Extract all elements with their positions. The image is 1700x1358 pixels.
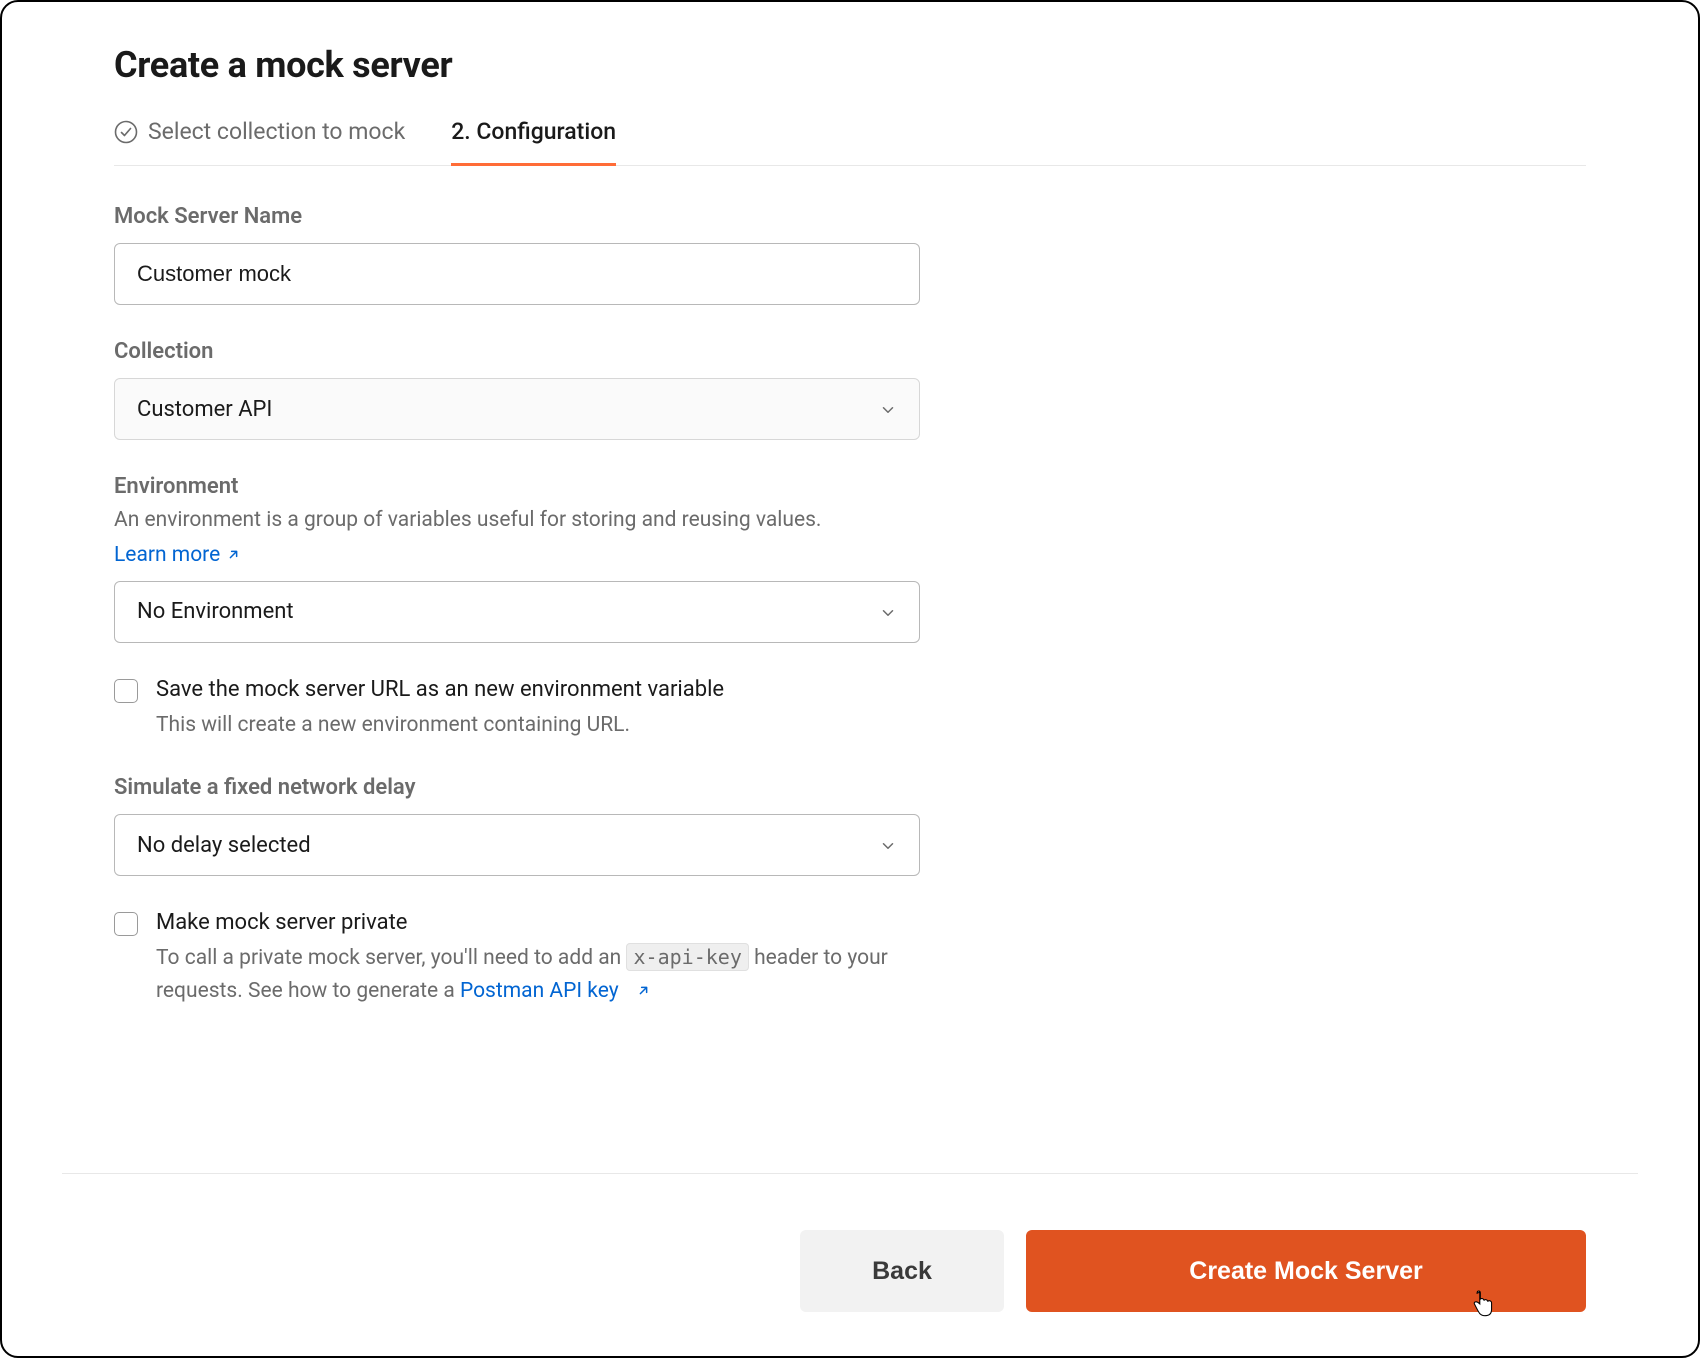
environment-help: An environment is a group of variables u… bbox=[114, 505, 920, 537]
field-group-name: Mock Server Name bbox=[114, 204, 920, 305]
check-circle-icon bbox=[114, 120, 138, 144]
mock-server-name-input[interactable] bbox=[114, 243, 920, 305]
name-label: Mock Server Name bbox=[114, 204, 920, 229]
dialog-frame: Create a mock server Select collection t… bbox=[0, 0, 1700, 1358]
field-group-save-url: Save the mock server URL as an new envir… bbox=[114, 677, 920, 742]
chevron-down-icon bbox=[879, 400, 897, 418]
content-area: Create a mock server Select collection t… bbox=[2, 2, 1698, 1173]
cursor-pointer-icon bbox=[1470, 1290, 1496, 1320]
external-link-icon bbox=[226, 547, 241, 562]
save-url-label: Save the mock server URL as an new envir… bbox=[156, 677, 724, 702]
create-mock-server-button[interactable]: Create Mock Server bbox=[1026, 1230, 1586, 1312]
page-title: Create a mock server bbox=[114, 44, 1586, 86]
button-label: Create Mock Server bbox=[1189, 1257, 1422, 1286]
environment-selected-value: No Environment bbox=[137, 599, 294, 624]
save-url-checkbox[interactable] bbox=[114, 679, 138, 703]
environment-label: Environment bbox=[114, 474, 920, 499]
dialog-footer: Back Create Mock Server bbox=[62, 1173, 1638, 1356]
chevron-down-icon bbox=[879, 603, 897, 621]
tab-label: Select collection to mock bbox=[148, 118, 405, 145]
private-checkbox[interactable] bbox=[114, 912, 138, 936]
delay-label: Simulate a fixed network delay bbox=[114, 775, 920, 800]
private-help-pre: To call a private mock server, you'll ne… bbox=[156, 946, 626, 970]
collection-selected-value: Customer API bbox=[137, 397, 272, 422]
collection-label: Collection bbox=[114, 339, 920, 364]
chevron-down-icon bbox=[879, 836, 897, 854]
external-link-icon bbox=[636, 983, 651, 998]
button-label: Back bbox=[872, 1257, 932, 1286]
postman-api-key-link[interactable]: Postman API key bbox=[460, 975, 651, 1008]
form-area: Mock Server Name Collection Customer API… bbox=[114, 166, 920, 1041]
environment-select[interactable]: No Environment bbox=[114, 581, 920, 643]
tab-label: 2. Configuration bbox=[451, 118, 616, 145]
tab-configuration[interactable]: 2. Configuration bbox=[451, 106, 616, 166]
delay-select[interactable]: No delay selected bbox=[114, 814, 920, 876]
environment-learn-more-link[interactable]: Learn more bbox=[114, 543, 241, 567]
link-text: Learn more bbox=[114, 543, 220, 567]
private-label: Make mock server private bbox=[156, 910, 407, 935]
field-group-collection: Collection Customer API bbox=[114, 339, 920, 440]
field-group-environment: Environment An environment is a group of… bbox=[114, 474, 920, 643]
save-url-help: This will create a new environment conta… bbox=[156, 709, 920, 742]
field-group-delay: Simulate a fixed network delay No delay … bbox=[114, 775, 920, 876]
delay-selected-value: No delay selected bbox=[137, 833, 311, 858]
field-group-private: Make mock server private To call a priva… bbox=[114, 910, 920, 1007]
api-key-code: x-api-key bbox=[626, 943, 748, 971]
wizard-tabs: Select collection to mock 2. Configurati… bbox=[114, 106, 1586, 166]
link-text: Postman API key bbox=[460, 975, 619, 1008]
collection-select[interactable]: Customer API bbox=[114, 378, 920, 440]
back-button[interactable]: Back bbox=[800, 1230, 1004, 1312]
private-help: To call a private mock server, you'll ne… bbox=[156, 942, 920, 1007]
tab-select-collection[interactable]: Select collection to mock bbox=[114, 106, 405, 166]
